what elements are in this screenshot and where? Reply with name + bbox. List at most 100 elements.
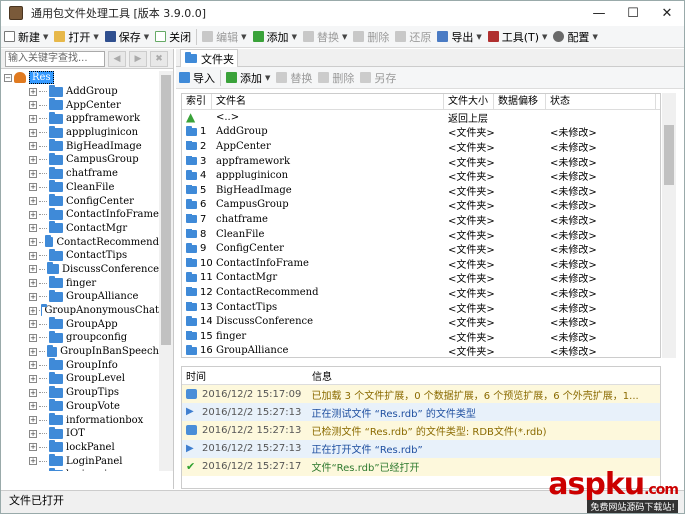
tree-item[interactable]: + GroupInfo <box>1 358 159 372</box>
maximize-button[interactable]: ☐ <box>616 1 650 25</box>
tree-item[interactable]: + chatframe <box>1 166 159 181</box>
tree-item[interactable]: + GroupApp <box>1 317 159 331</box>
col-size[interactable]: 文件大小 <box>444 94 494 110</box>
expand-icon[interactable]: + <box>29 429 37 438</box>
log-col-info[interactable]: 信息 <box>312 368 332 383</box>
minimize-button[interactable]: — <box>582 1 616 25</box>
tree-item[interactable]: + GroupAlliance <box>1 289 159 304</box>
export-button[interactable]: 导出 ▼ <box>434 27 484 47</box>
folder-add-button[interactable]: 添加 ▼ <box>223 68 273 88</box>
expand-icon[interactable]: + <box>29 402 37 411</box>
log-row[interactable]: 2016/12/2 15:27:13 已检测文件 “Res.rdb” 的文件类型:… <box>182 421 660 440</box>
expand-icon[interactable]: + <box>29 416 37 425</box>
tree-item[interactable]: + CleanFile <box>1 180 159 195</box>
expand-icon[interactable]: + <box>29 224 37 233</box>
grid-scrollbar[interactable] <box>662 93 676 358</box>
tree-item[interactable]: + lockPanel <box>1 440 159 455</box>
grid-scroll-thumb[interactable] <box>664 125 674 185</box>
tree-item[interactable]: + BigHeadImage <box>1 139 159 153</box>
table-row[interactable]: 8 CleanFile <文件夹> <未修改> <box>182 227 660 242</box>
table-row[interactable]: 12 ContactRecommend <文件夹> <未修改> <box>182 285 660 300</box>
config-button[interactable]: 配置 ▼ <box>550 27 600 47</box>
expand-icon[interactable]: + <box>29 388 37 397</box>
table-row[interactable]: 14 DiscussConference <文件夹> <未修改> <box>182 314 660 329</box>
tree-item[interactable]: + ConfigCenter <box>1 194 159 208</box>
table-row[interactable]: 2 AppCenter <文件夹> <未修改> <box>182 139 660 154</box>
tree-item[interactable]: + apppluginicon <box>1 125 159 140</box>
expand-icon[interactable]: + <box>29 197 37 206</box>
search-prev-icon[interactable]: ◀ <box>108 50 126 67</box>
table-row[interactable]: 4 apppluginicon <文件夹> <未修改> <box>182 168 660 183</box>
table-row[interactable]: 3 appframework <文件夹> <未修改> <box>182 154 660 169</box>
expand-icon[interactable]: + <box>29 347 37 356</box>
expand-icon[interactable]: + <box>29 210 37 219</box>
col-data[interactable]: 数据偏移 <box>494 94 546 110</box>
saveas-button[interactable]: 另存 <box>357 68 399 88</box>
log-row[interactable]: ▶ 2016/12/2 15:27:13 正在测试文件 “Res.rdb” 的文件类… <box>182 403 660 422</box>
expand-icon[interactable]: + <box>29 87 37 96</box>
table-row[interactable]: 15 finger <文件夹> <未修改> <box>182 329 660 344</box>
col-status[interactable]: 状态 <box>546 94 656 110</box>
tree-item[interactable]: + informationbox <box>1 413 159 427</box>
table-row[interactable]: 11 ContactMgr <文件夹> <未修改> <box>182 271 660 285</box>
tree-item[interactable]: + GroupTips <box>1 385 159 400</box>
table-row[interactable]: 13 ContactTips <文件夹> <未修改> <box>182 300 660 315</box>
save-button[interactable]: 保存 ▼ <box>102 27 152 47</box>
tree-item[interactable]: + GroupAnonymousChat <box>1 303 159 318</box>
tree-item[interactable]: + GroupLevel <box>1 371 159 386</box>
expand-icon[interactable]: + <box>29 169 37 178</box>
expand-icon[interactable]: + <box>29 333 37 342</box>
table-row[interactable]: 16 GroupAlliance <文件夹> <未修改> <box>182 344 660 357</box>
expand-icon[interactable]: + <box>29 114 37 123</box>
expand-icon[interactable]: + <box>29 265 37 274</box>
expand-icon[interactable]: + <box>29 155 37 164</box>
expand-icon[interactable]: + <box>29 238 37 247</box>
tree-scrollbar[interactable] <box>159 71 173 471</box>
grid-up-row[interactable]: ▲ <..> 返回上层 <box>182 110 660 125</box>
expand-icon[interactable]: + <box>29 457 37 466</box>
tree-scroll-thumb[interactable] <box>161 75 171 345</box>
tree-item[interactable]: + ContactTips <box>1 248 159 263</box>
tree-item[interactable]: + ContactInfoFrame <box>1 207 159 222</box>
import-button[interactable]: 导入 <box>176 68 218 88</box>
expand-icon[interactable]: + <box>29 320 37 329</box>
tree-item[interactable]: + appframework <box>1 111 159 126</box>
tree-item[interactable]: + LoginPanel <box>1 454 159 468</box>
expand-icon[interactable]: + <box>29 128 37 137</box>
tree-item[interactable]: + DiscussConference <box>1 262 159 277</box>
col-index[interactable]: 索引 <box>182 94 212 110</box>
tab-folder[interactable]: 文件夹 <box>180 49 238 67</box>
search-clear-icon[interactable]: ✖ <box>150 50 168 67</box>
folder-replace-button[interactable]: 替换 <box>273 68 315 88</box>
tree-item[interactable]: + finger <box>1 276 159 290</box>
expand-icon[interactable]: + <box>29 374 37 383</box>
restore-button[interactable]: 还原 <box>392 27 434 47</box>
table-row[interactable]: 9 ConfigCenter <文件夹> <未修改> <box>182 241 660 256</box>
expand-icon[interactable]: + <box>29 443 37 452</box>
table-row[interactable]: 6 CampusGroup <文件夹> <未修改> <box>182 198 660 212</box>
edit-button[interactable]: 编辑 ▼ <box>199 27 249 47</box>
close-file-button[interactable]: 关闭 <box>152 27 194 47</box>
tree-item[interactable]: + AppCenter <box>1 98 159 112</box>
col-name[interactable]: 文件名 <box>212 94 444 110</box>
tree-item[interactable]: + GroupVote <box>1 399 159 414</box>
close-window-button[interactable]: ✕ <box>650 1 684 25</box>
tree-item[interactable]: + CampusGroup <box>1 152 159 167</box>
expand-icon[interactable]: + <box>29 183 37 192</box>
expand-icon[interactable]: + <box>29 361 37 370</box>
log-col-time[interactable]: 时间 <box>182 368 312 383</box>
table-row[interactable]: 7 chatframe <文件夹> <未修改> <box>182 212 660 227</box>
collapse-icon[interactable]: − <box>4 73 12 82</box>
expand-icon[interactable]: + <box>29 251 37 260</box>
tree-item[interactable]: + IOT <box>1 426 159 441</box>
tree-item[interactable]: + ContactMgr <box>1 221 159 236</box>
folder-delete-button[interactable]: 删除 <box>315 68 357 88</box>
tree-item[interactable]: + groupconfig <box>1 330 159 345</box>
open-button[interactable]: 打开 ▼ <box>51 27 101 47</box>
expand-icon[interactable]: + <box>29 142 37 151</box>
search-next-icon[interactable]: ▶ <box>129 50 147 67</box>
table-row[interactable]: 5 BigHeadImage <文件夹> <未修改> <box>182 183 660 198</box>
expand-icon[interactable]: + <box>29 279 37 288</box>
table-row[interactable]: 1 AddGroup <文件夹> <未修改> <box>182 125 660 139</box>
expand-icon[interactable]: + <box>29 306 37 315</box>
